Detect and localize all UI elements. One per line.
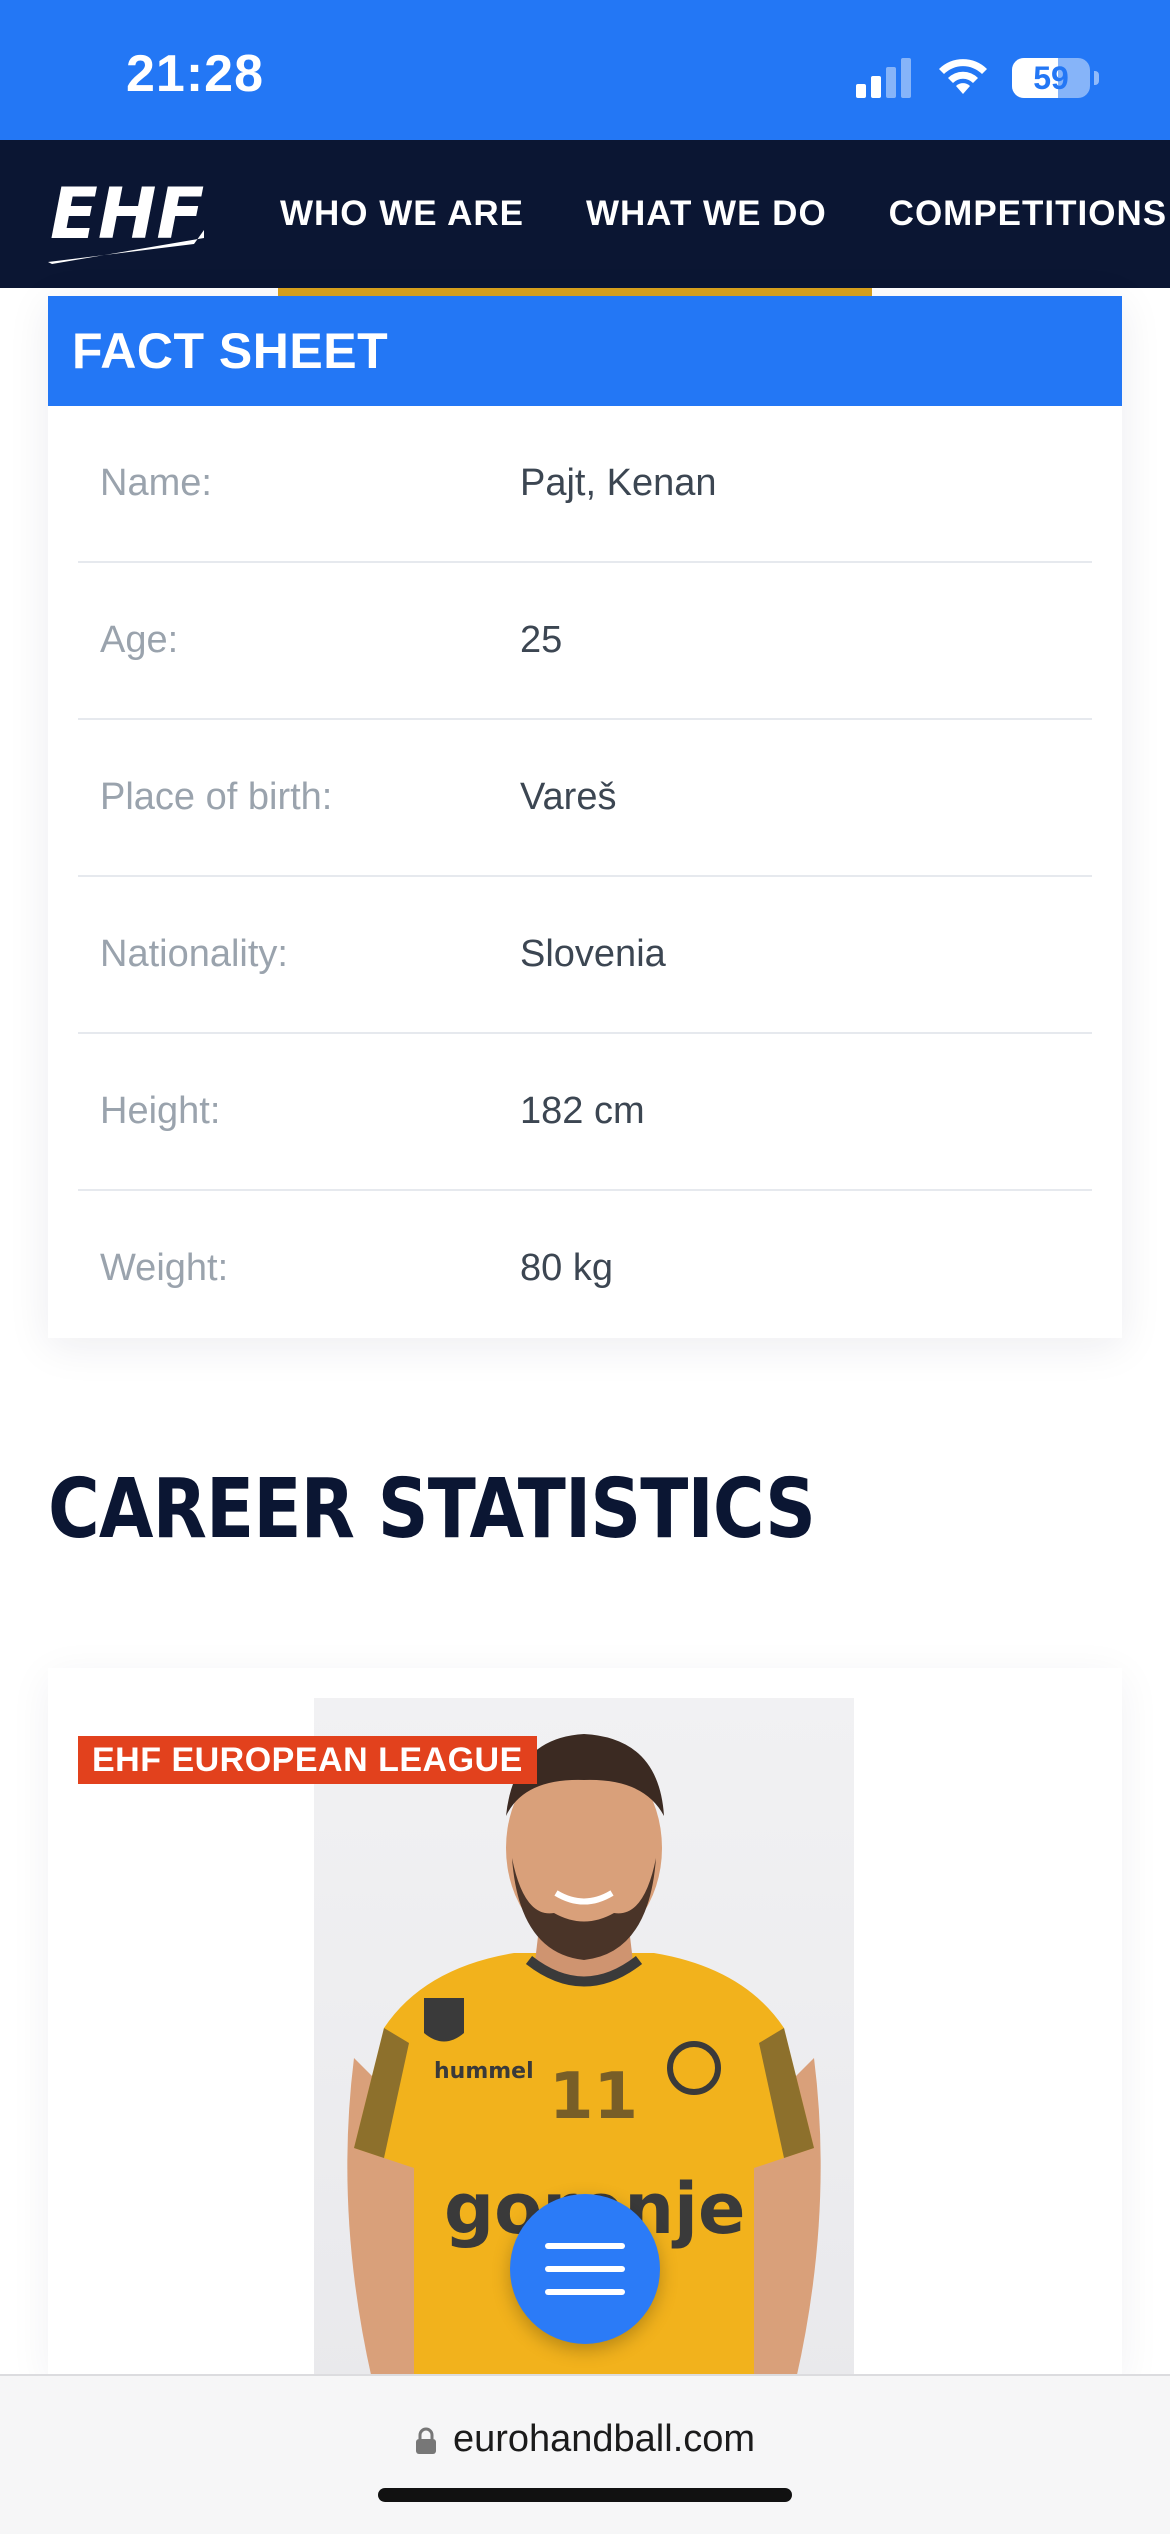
fact-value: Vareš <box>520 776 617 818</box>
fact-row-name: Name: Pajt, Kenan <box>78 406 1092 563</box>
nav-item-who-we-are[interactable]: WHO WE ARE <box>280 194 524 234</box>
fact-label: Nationality: <box>100 933 288 975</box>
competition-badge[interactable]: EHF EUROPEAN LEAGUE <box>78 1736 537 1784</box>
home-indicator <box>378 2488 792 2502</box>
url-text: eurohandball.com <box>452 2418 756 2460</box>
fact-label: Height: <box>100 1090 221 1132</box>
url-display[interactable]: eurohandball.com <box>0 2418 1170 2461</box>
fact-row-height: Height: 182 cm <box>78 1034 1092 1191</box>
fact-label: Age: <box>100 619 179 661</box>
fact-label: Weight: <box>100 1247 229 1289</box>
fact-label: Name: <box>100 462 212 504</box>
top-navigation: EHF WHO WE ARE WHAT WE DO COMPETITIONS <box>0 140 1170 288</box>
fact-sheet-card: FACT SHEET Name: Pajt, Kenan Age: 25 Pla… <box>48 296 1122 1338</box>
career-statistics-title: CAREER STATISTICS <box>48 1462 816 1557</box>
nav-menu: WHO WE ARE WHAT WE DO COMPETITIONS <box>280 140 1167 288</box>
player-image-edge <box>278 288 872 296</box>
nav-item-competitions[interactable]: COMPETITIONS <box>889 194 1167 234</box>
fact-value: Pajt, Kenan <box>520 462 717 504</box>
battery-level: 59 <box>1033 59 1069 96</box>
nav-item-what-we-do[interactable]: WHAT WE DO <box>586 194 827 234</box>
fact-value: 182 cm <box>520 1090 645 1132</box>
ehf-logo[interactable]: EHF <box>44 160 212 270</box>
jersey-number: 11 <box>549 2060 638 2134</box>
hamburger-menu-icon <box>545 2243 625 2295</box>
lock-icon <box>415 2427 436 2454</box>
fact-value: 80 kg <box>520 1247 613 1289</box>
fact-label: Place of birth: <box>100 776 333 818</box>
status-bar: 21:28 59 <box>0 0 1170 140</box>
wifi-icon <box>939 59 987 94</box>
fact-sheet-title: FACT SHEET <box>48 296 1122 406</box>
battery-indicator: 59 <box>1012 58 1099 98</box>
fact-value: Slovenia <box>520 933 666 975</box>
menu-button[interactable] <box>510 2194 660 2344</box>
fact-row-nationality: Nationality: Slovenia <box>78 877 1092 1034</box>
status-icons: 59 <box>856 54 1099 102</box>
browser-url-bar[interactable]: eurohandball.com <box>0 2374 1170 2534</box>
fact-value: 25 <box>520 619 563 661</box>
signal-icon <box>856 58 911 98</box>
fact-row-place-of-birth: Place of birth: Vareš <box>78 720 1092 877</box>
status-time: 21:28 <box>126 45 264 103</box>
fact-row-weight: Weight: 80 kg <box>78 1191 1092 1346</box>
fact-row-age: Age: 25 <box>78 563 1092 720</box>
jersey-brand: hummel <box>434 2059 534 2084</box>
